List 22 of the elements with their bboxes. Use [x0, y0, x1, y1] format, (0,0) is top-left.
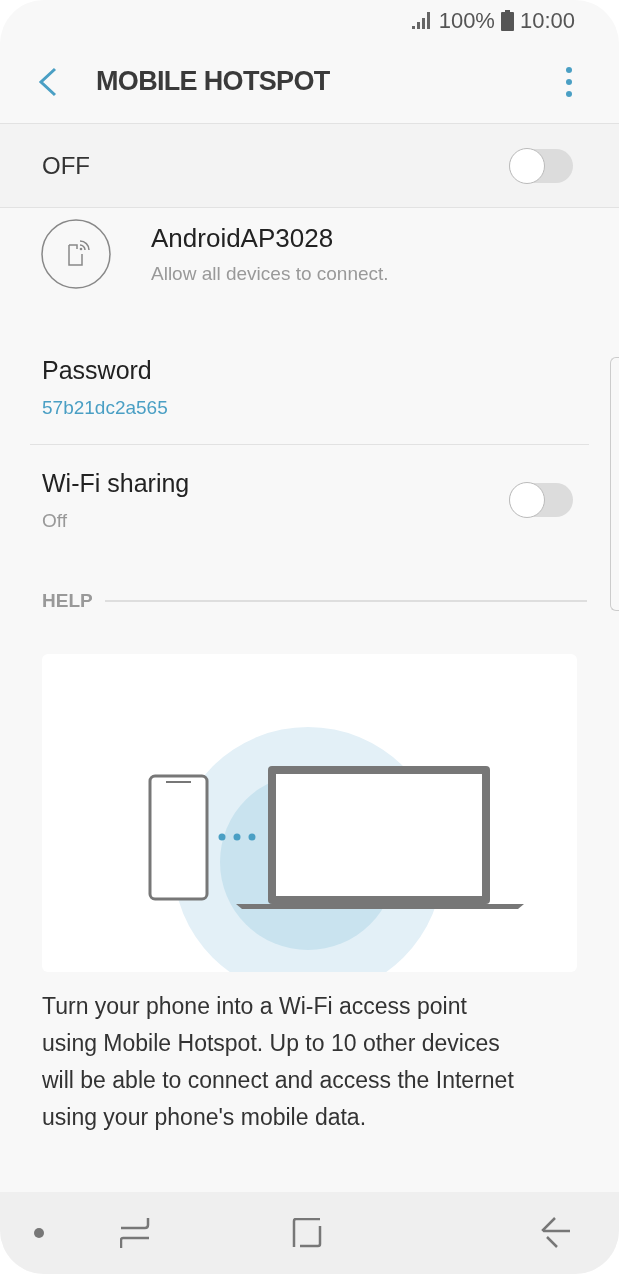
recent-apps-icon[interactable]: [120, 1217, 150, 1249]
password-label: Password: [42, 355, 153, 386]
network-subtitle: Allow all devices to connect.: [151, 262, 389, 287]
screen-title: MOBILE HOTSPOT: [96, 65, 330, 99]
battery-icon: [500, 9, 514, 31]
scrollbar[interactable]: [610, 357, 619, 611]
toggle-switch[interactable]: [509, 483, 573, 517]
password-row[interactable]: Password 57b21dc2a565: [30, 352, 589, 445]
wifi-sharing-label: Wi-Fi sharing: [42, 468, 191, 499]
signal-icon: [410, 10, 433, 30]
toggle-switch[interactable]: [509, 148, 573, 183]
battery-level: 100%: [438, 6, 495, 35]
help-heading: HELP: [42, 589, 93, 613]
home-icon[interactable]: [292, 1218, 322, 1248]
switch-label: OFF: [42, 150, 91, 181]
help-description: Turn your phone into a Wi-Fi access point using Mobile Hotspot. Up to 10 other devices will be able to connect and access the Internet using your phone's mobile data.: [42, 991, 515, 1132]
clock: 10:00: [519, 6, 575, 35]
back-icon[interactable]: [541, 1217, 571, 1249]
password-value: 57b21dc2a565: [42, 395, 169, 420]
wifi-sharing-status: Off: [42, 508, 68, 533]
hotspot-device-icon: [41, 219, 111, 289]
network-name: AndroidAP3028: [151, 222, 335, 256]
